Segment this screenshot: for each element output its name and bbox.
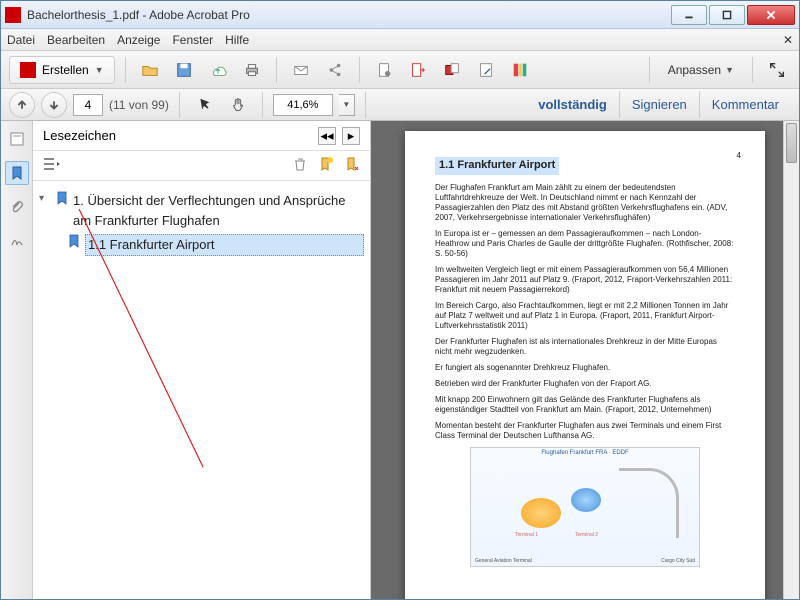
doc-p9: Momentan besteht der Frankfurter Flughaf… — [435, 421, 735, 441]
toolbar-nav: (11 von 99) 41,6% ▼ vollständig Signiere… — [1, 89, 799, 121]
prev-page-button[interactable] — [9, 92, 35, 118]
forms-button[interactable] — [506, 56, 534, 84]
page-input[interactable] — [73, 94, 103, 116]
doc-figure: Flughafen Frankfurt FRA · EDDF Terminal … — [470, 447, 700, 567]
cloud-button[interactable] — [204, 56, 232, 84]
vertical-scrollbar[interactable] — [783, 121, 799, 599]
collapse-icon[interactable]: ▾ — [39, 191, 51, 206]
attachments-tab[interactable] — [5, 195, 29, 219]
create-button[interactable]: Erstellen ▼ — [9, 56, 115, 84]
window-title: Bachelorthesis_1.pdf - Adobe Acrobat Pro — [27, 8, 671, 22]
save-button[interactable] — [170, 56, 198, 84]
doc-p6: Er fungiert als sogenannter Drehkreuz Fl… — [435, 363, 735, 373]
fullscreen-button[interactable] — [763, 56, 791, 84]
bookmarks-next-icon[interactable]: ▸ — [342, 127, 360, 145]
nav-sidebar — [1, 121, 33, 599]
scrollbar-thumb[interactable] — [786, 123, 797, 163]
new-bookmark-from-structure-icon[interactable] — [344, 156, 360, 175]
export-button[interactable] — [404, 56, 432, 84]
bookmarks-options-icon[interactable] — [43, 156, 61, 175]
bookmark-label-1-1: 1.1 Frankfurter Airport — [85, 234, 364, 256]
text-edit-button[interactable] — [472, 56, 500, 84]
menu-hilfe[interactable]: Hilfe — [225, 33, 249, 47]
bookmarks-prev-icon[interactable]: ◂◂ — [318, 127, 336, 145]
maximize-button[interactable] — [709, 5, 745, 25]
doc-p3: Im weltweiten Vergleich liegt er mit ein… — [435, 265, 735, 295]
doc-heading: 1.1 Frankfurter Airport — [435, 157, 559, 175]
bookmarks-title: Lesezeichen — [43, 128, 312, 143]
bookmarks-tab[interactable] — [5, 161, 29, 185]
bookmark-label-1: 1. Übersicht der Verflechtungen und Ansp… — [73, 191, 364, 230]
signatures-tab[interactable] — [5, 229, 29, 253]
email-button[interactable] — [287, 56, 315, 84]
acrobat-icon — [5, 7, 21, 23]
figure-terminal1: Terminal 1 — [515, 532, 538, 538]
document-view[interactable]: 4 1.1 Frankfurter Airport Der Flughafen … — [371, 121, 799, 599]
select-tool-button[interactable] — [190, 91, 218, 119]
doc-p7: Betrieben wird der Frankfurter Flughafen… — [435, 379, 735, 389]
new-bookmark-icon[interactable] — [318, 156, 334, 175]
figure-legend-left: General Aviation Terminal — [475, 558, 532, 564]
bookmark-icon — [55, 191, 69, 205]
edit-pdf-button[interactable] — [370, 56, 398, 84]
customize-label: Anpassen — [668, 63, 721, 77]
page-of-label: (11 von 99) — [109, 98, 169, 112]
figure-legend-right: Cargo City Süd — [661, 558, 695, 564]
bookmarks-tree: ▾ 1. Übersicht der Verflechtungen und An… — [33, 181, 370, 599]
bookmark-item-1[interactable]: ▾ 1. Übersicht der Verflechtungen und An… — [39, 189, 364, 232]
menu-fenster[interactable]: Fenster — [172, 33, 213, 47]
thumbnails-tab[interactable] — [5, 127, 29, 151]
hand-tool-button[interactable] — [224, 91, 252, 119]
bookmark-icon — [67, 234, 81, 248]
doc-p5: Der Frankfurter Flughafen ist als intern… — [435, 337, 735, 357]
chevron-down-icon: ▼ — [725, 65, 734, 75]
open-button[interactable] — [136, 56, 164, 84]
print-button[interactable] — [238, 56, 266, 84]
menu-bearbeiten[interactable]: Bearbeiten — [47, 33, 105, 47]
figure-terminal2: Terminal 2 — [575, 532, 598, 538]
toolbar-main: Erstellen ▼ Anpassen ▼ — [1, 51, 799, 89]
zoom-value[interactable]: 41,6% — [273, 94, 333, 116]
zoom-dropdown[interactable]: ▼ — [339, 94, 355, 116]
pdf-icon — [20, 62, 36, 78]
doc-p8: Mit knapp 200 Einwohnern gilt das Geländ… — [435, 395, 735, 415]
tab-signieren[interactable]: Signieren — [620, 91, 699, 118]
create-label: Erstellen — [42, 63, 89, 77]
bookmarks-panel: Lesezeichen ◂◂ ▸ ▾ 1. Übersicht der Verf… — [33, 121, 371, 599]
doc-p4: Im Bereich Cargo, also Frachtaufkommen, … — [435, 301, 735, 331]
page-number: 4 — [737, 151, 741, 161]
close-doc-icon[interactable]: ✕ — [783, 33, 793, 47]
customize-button[interactable]: Anpassen ▼ — [660, 63, 742, 77]
bookmark-item-1-1[interactable]: 1.1 Frankfurter Airport — [39, 232, 364, 258]
content-area: Lesezeichen ◂◂ ▸ ▾ 1. Übersicht der Verf… — [1, 121, 799, 599]
minimize-button[interactable] — [671, 5, 707, 25]
chevron-down-icon: ▼ — [95, 65, 104, 75]
menu-anzeige[interactable]: Anzeige — [117, 33, 160, 47]
combine-button[interactable] — [438, 56, 466, 84]
pdf-page: 4 1.1 Frankfurter Airport Der Flughafen … — [405, 131, 765, 599]
tab-kommentar[interactable]: Kommentar — [700, 91, 791, 118]
doc-p2: In Europa ist er – gemessen an dem Passa… — [435, 229, 735, 259]
share-button[interactable] — [321, 56, 349, 84]
next-page-button[interactable] — [41, 92, 67, 118]
titlebar: Bachelorthesis_1.pdf - Adobe Acrobat Pro — [1, 1, 799, 29]
figure-caption: Flughafen Frankfurt FRA · EDDF — [471, 450, 699, 458]
tab-vollstaendig[interactable]: vollständig — [526, 91, 619, 118]
menu-datei[interactable]: Datei — [7, 33, 35, 47]
delete-bookmark-icon[interactable] — [292, 156, 308, 175]
close-button[interactable] — [747, 5, 795, 25]
menubar: Datei Bearbeiten Anzeige Fenster Hilfe ✕ — [1, 29, 799, 51]
doc-p1: Der Flughafen Frankfurt am Main zählt zu… — [435, 183, 735, 223]
